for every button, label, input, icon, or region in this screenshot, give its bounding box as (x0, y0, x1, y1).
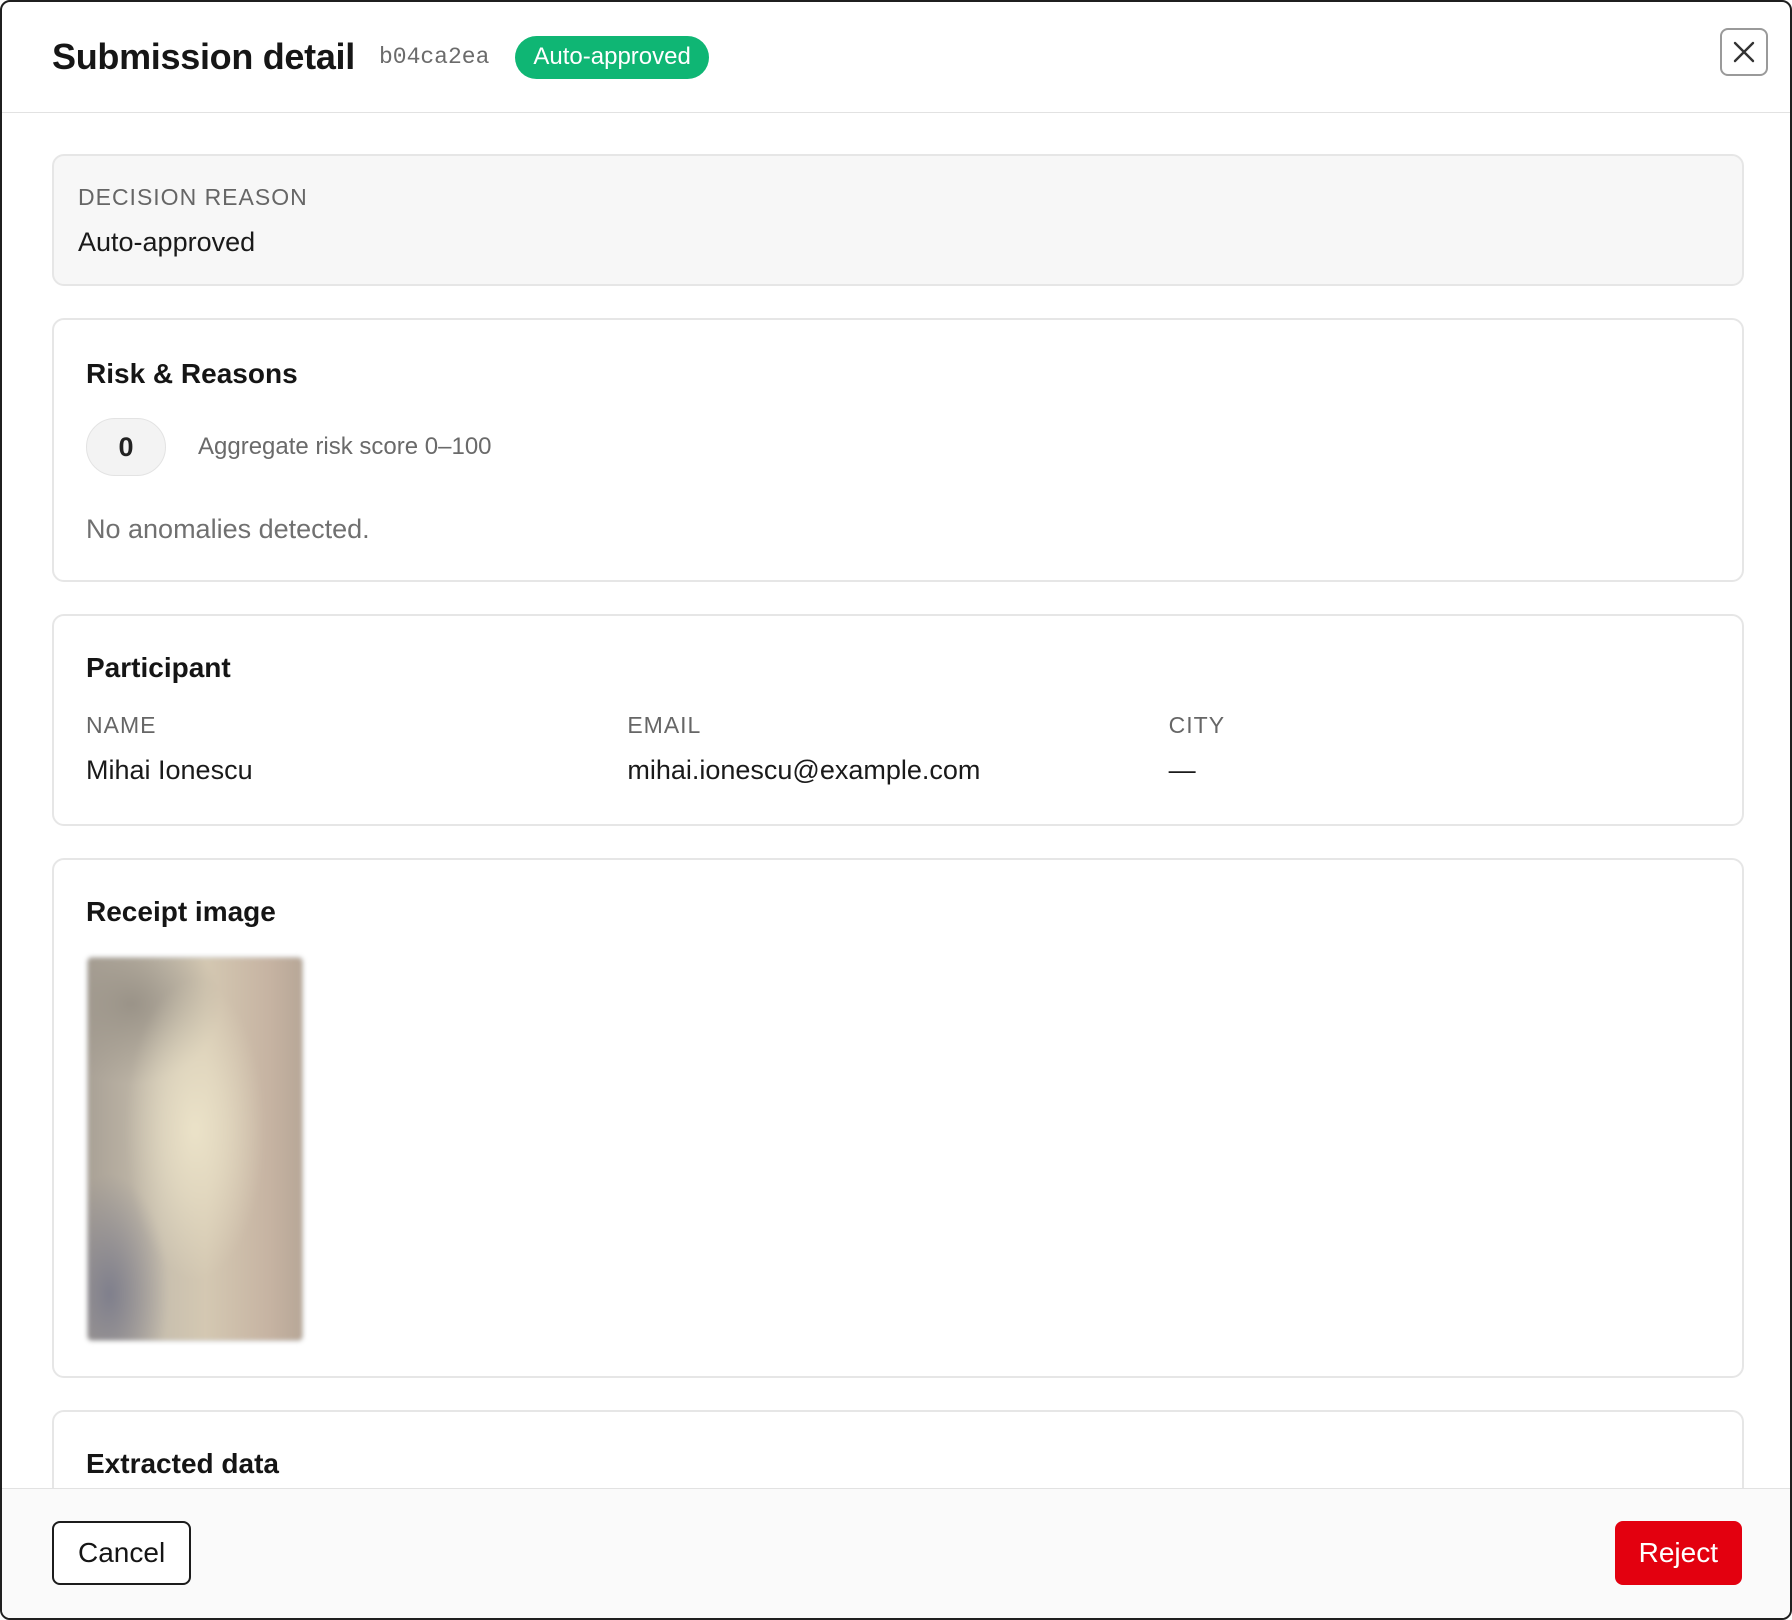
decision-reason-label: DECISION REASON (78, 184, 308, 210)
participant-city-value: — (1168, 755, 1196, 785)
close-icon (1733, 41, 1755, 63)
participant-name-label: NAME (86, 712, 157, 738)
participant-email-label: EMAIL (627, 712, 702, 738)
participant-fields: NAME Mihai Ionescu EMAIL mihai.ionescu@e… (86, 712, 1710, 786)
participant-name-value: Mihai Ionescu (86, 755, 253, 785)
anomalies-text: No anomalies detected. (86, 514, 370, 544)
status-badge: Auto-approved (515, 35, 709, 79)
receipt-title: Receipt image (86, 896, 276, 927)
extracted-data-card: Extracted data (52, 1410, 1744, 1490)
receipt-card: Receipt image (52, 858, 1744, 1378)
participant-city-field: CITY — (1169, 712, 1710, 786)
participant-title: Participant (86, 652, 231, 683)
risk-score-row: 0 Aggregate risk score 0–100 (86, 418, 1710, 476)
participant-email-field: EMAIL mihai.ionescu@example.com (627, 712, 1168, 786)
close-button[interactable] (1720, 28, 1768, 76)
risk-card: Risk & Reasons 0 Aggregate risk score 0–… (52, 318, 1744, 582)
participant-city-label: CITY (1168, 712, 1226, 738)
modal-footer: Cancel Reject (2, 1488, 1790, 1618)
risk-score-pill: 0 (86, 418, 166, 476)
participant-email-value: mihai.ionescu@example.com (627, 755, 981, 785)
modal-content[interactable]: DECISION REASON Auto-approved Risk & Rea… (2, 114, 1790, 1490)
participant-card: Participant NAME Mihai Ionescu EMAIL mih… (52, 614, 1744, 826)
modal-header: Submission detail b04ca2ea Auto-approved (2, 2, 1790, 113)
extracted-data-title: Extracted data (86, 1448, 279, 1479)
decision-reason-card: DECISION REASON Auto-approved (52, 154, 1744, 286)
modal-title: Submission detail (52, 36, 355, 77)
submission-detail-modal: Submission detail b04ca2ea Auto-approved… (0, 0, 1792, 1620)
risk-title: Risk & Reasons (86, 358, 298, 389)
decision-reason-value: Auto-approved (78, 227, 256, 257)
receipt-image-thumbnail[interactable] (86, 956, 304, 1342)
reject-button[interactable]: Reject (1614, 1521, 1742, 1585)
cancel-button[interactable]: Cancel (52, 1521, 192, 1585)
participant-name-field: NAME Mihai Ionescu (86, 712, 627, 786)
risk-score-caption: Aggregate risk score 0–100 (198, 433, 492, 460)
submission-id: b04ca2ea (378, 44, 490, 70)
